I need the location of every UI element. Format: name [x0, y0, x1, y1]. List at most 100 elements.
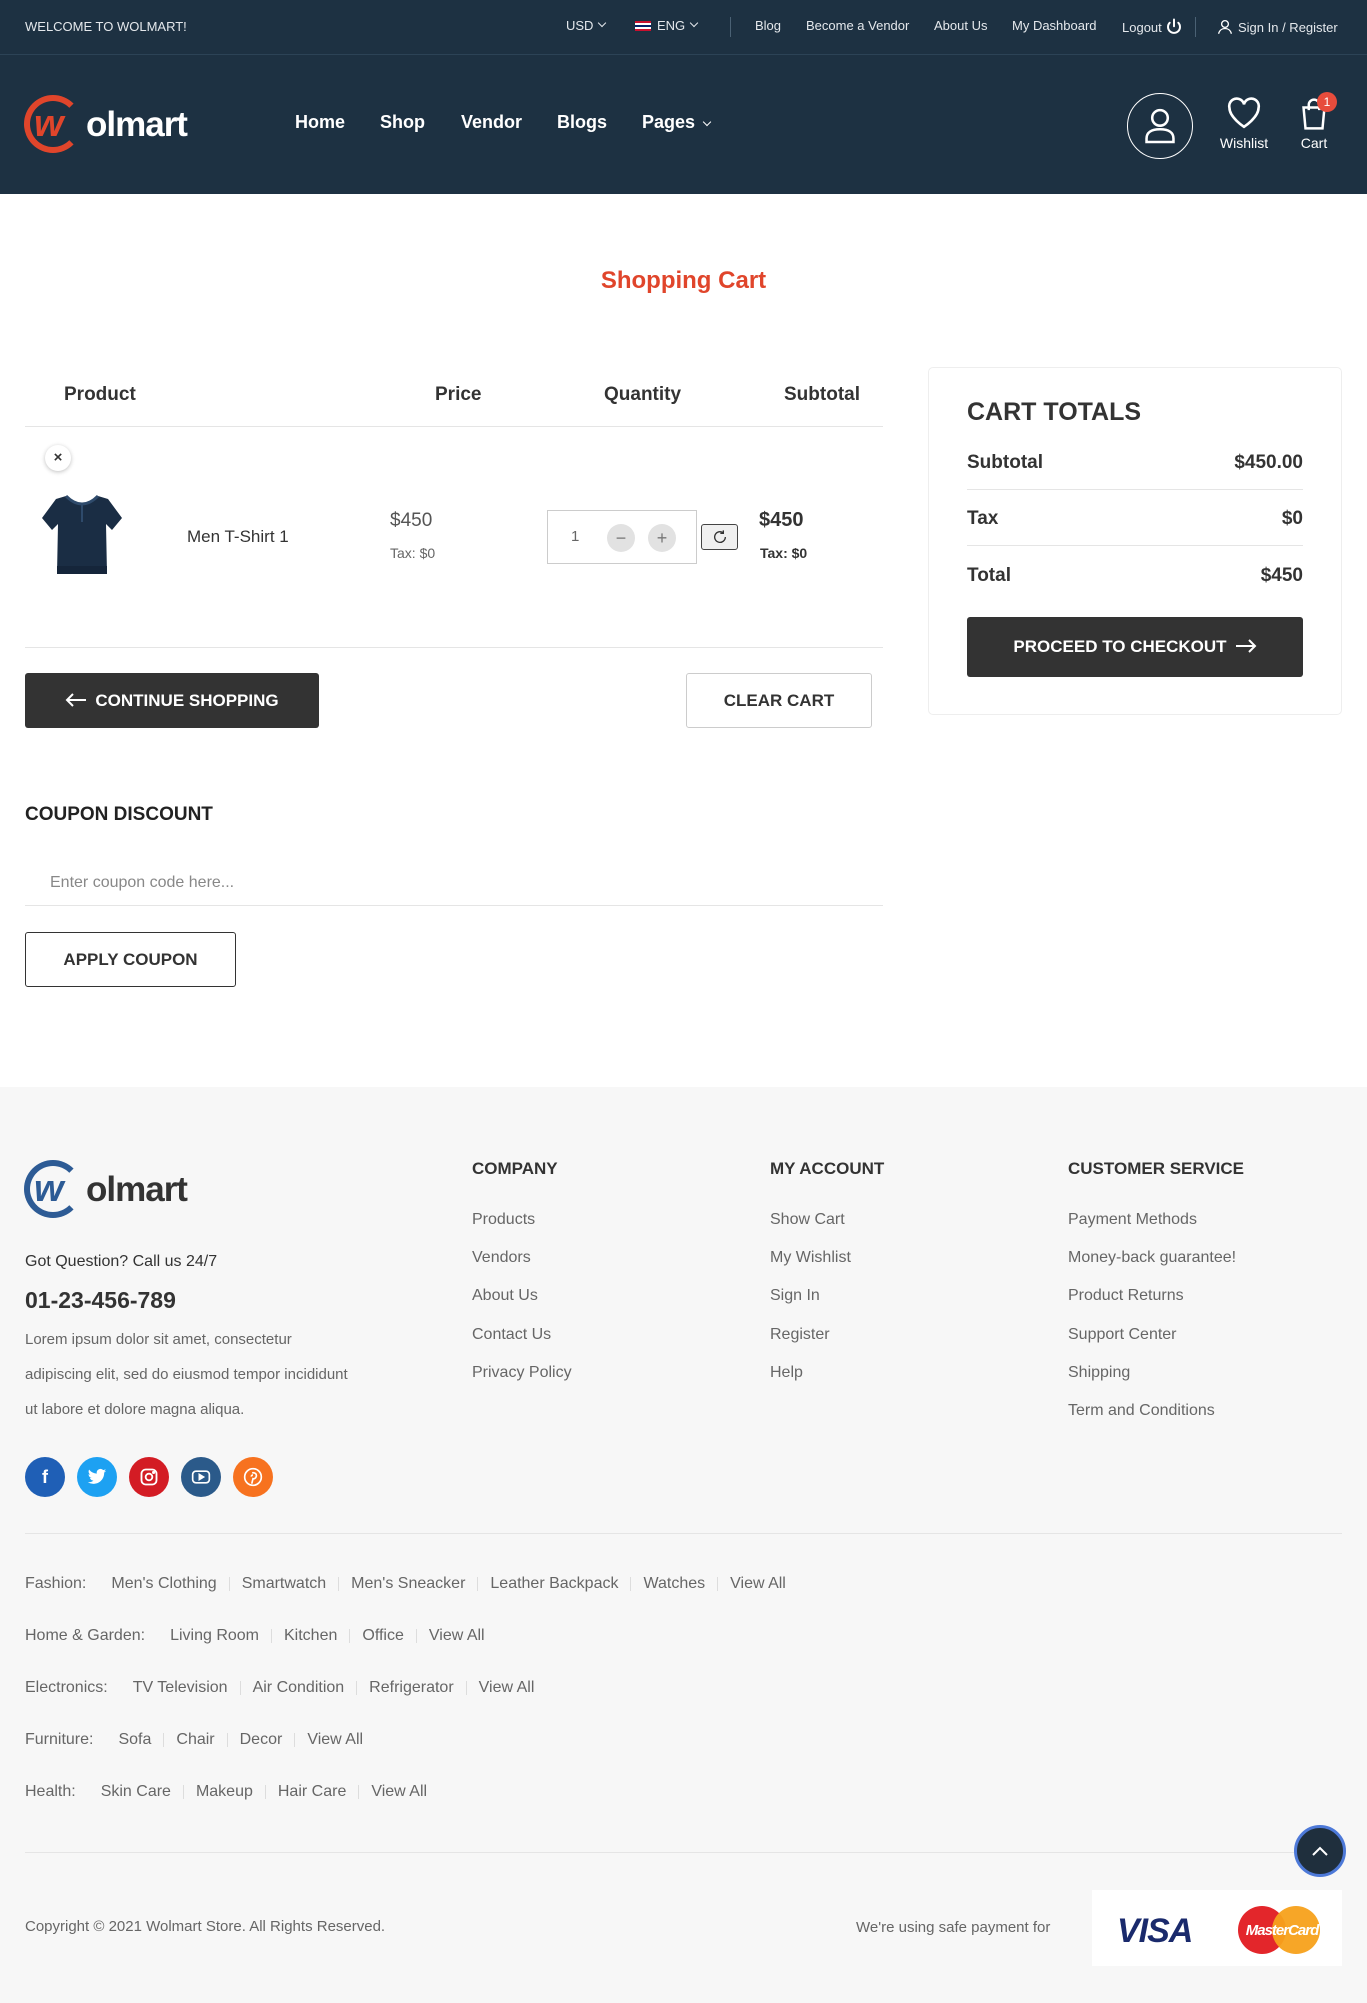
arrow-left-icon: [65, 692, 87, 707]
wishlist-button[interactable]: Wishlist: [1212, 97, 1276, 157]
footer-logo[interactable]: w olmart: [24, 1160, 214, 1220]
footer-link[interactable]: Support Center: [1068, 1326, 1177, 1344]
increase-quantity-button[interactable]: +: [648, 524, 676, 552]
update-cart-button[interactable]: [701, 524, 738, 550]
category-link[interactable]: Smartwatch: [228, 1576, 338, 1592]
uk-flag-icon: [635, 20, 651, 31]
logout-link[interactable]: Logout: [1122, 18, 1183, 36]
category-link[interactable]: Sofa: [118, 1732, 163, 1748]
footer-about-line: Lorem ipsum dolor sit amet, consectetur: [25, 1331, 292, 1348]
back-to-top-button[interactable]: [1294, 1825, 1346, 1877]
footer-link[interactable]: Vendors: [472, 1249, 531, 1267]
nav-shop[interactable]: Shop: [380, 112, 425, 133]
nav-pages-label: Pages: [642, 112, 696, 132]
category-link[interactable]: Refrigerator: [356, 1680, 465, 1696]
top-link-blog[interactable]: Blog: [755, 18, 781, 33]
category-link[interactable]: View All: [294, 1732, 375, 1748]
chevron-down-icon: [702, 117, 712, 127]
logo-text: olmart: [86, 105, 188, 144]
category-link[interactable]: Skin Care: [101, 1784, 183, 1800]
category-link[interactable]: Leather Backpack: [477, 1576, 630, 1592]
cart-label: Cart: [1300, 135, 1328, 151]
site-logo[interactable]: w olmart: [24, 95, 214, 155]
category-link[interactable]: Chair: [163, 1732, 226, 1748]
product-name[interactable]: Men T-Shirt 1: [187, 527, 289, 547]
remove-item-button[interactable]: ×: [45, 445, 71, 471]
nav-blogs[interactable]: Blogs: [557, 112, 607, 133]
footer-link[interactable]: Shipping: [1068, 1364, 1130, 1382]
footer-link[interactable]: Register: [770, 1326, 830, 1344]
currency-selector[interactable]: USD: [566, 18, 607, 33]
footer-link[interactable]: Help: [770, 1364, 803, 1382]
footer-link[interactable]: Products: [472, 1211, 535, 1229]
category-link[interactable]: View All: [358, 1784, 439, 1800]
twitter-icon[interactable]: [77, 1457, 117, 1497]
category-link[interactable]: Decor: [226, 1732, 295, 1748]
category-label: Furniture:: [25, 1731, 94, 1748]
footer-link[interactable]: My Wishlist: [770, 1249, 851, 1267]
category-link[interactable]: Air Condition: [239, 1680, 357, 1696]
footer-link[interactable]: About Us: [472, 1287, 538, 1305]
footer-link[interactable]: Payment Methods: [1068, 1211, 1197, 1229]
continue-shopping-button[interactable]: CONTINUE SHOPPING: [25, 673, 319, 728]
top-link-my-dashboard[interactable]: My Dashboard: [1012, 18, 1097, 33]
top-link-become-vendor[interactable]: Become a Vendor: [806, 18, 909, 33]
total-value: $450: [1260, 565, 1303, 586]
category-row-home-garden: Home & Garden: Living Room Kitchen Offic…: [25, 1627, 497, 1645]
arrow-right-icon: [1235, 638, 1256, 653]
subtotal-label: Subtotal: [967, 452, 1043, 473]
footer-link[interactable]: Sign In: [770, 1287, 820, 1305]
top-bar: WELCOME TO WOLMART! USD ENG Blog Become …: [0, 0, 1367, 55]
facebook-icon[interactable]: f: [25, 1457, 65, 1497]
language-selector[interactable]: ENG: [635, 18, 699, 33]
category-link[interactable]: Hair Care: [264, 1784, 358, 1800]
category-link[interactable]: Office: [349, 1628, 416, 1644]
footer-link[interactable]: Term and Conditions: [1068, 1402, 1215, 1420]
category-link[interactable]: TV Television: [133, 1680, 240, 1696]
footer-heading-customer-service: CUSTOMER SERVICE: [1068, 1159, 1245, 1178]
footer-link[interactable]: Show Cart: [770, 1211, 845, 1229]
continue-shopping-label: CONTINUE SHOPPING: [95, 691, 279, 710]
apply-coupon-button[interactable]: APPLY COUPON: [25, 932, 236, 987]
footer-link[interactable]: Product Returns: [1068, 1287, 1184, 1305]
category-label: Health:: [25, 1783, 76, 1800]
price-tax: Tax: $0: [390, 545, 436, 561]
nav-pages[interactable]: Pages: [642, 112, 712, 133]
power-icon: [1166, 18, 1181, 34]
currency-label: USD: [566, 18, 594, 33]
coupon-code-input[interactable]: [25, 860, 883, 906]
footer-heading-my-account: MY ACCOUNT: [770, 1159, 885, 1178]
instagram-icon[interactable]: [129, 1457, 169, 1497]
product-thumbnail[interactable]: [40, 490, 124, 578]
quantity-value[interactable]: 1: [571, 528, 579, 545]
category-link[interactable]: Living Room: [170, 1628, 271, 1644]
column-header-price: Price: [435, 384, 482, 405]
nav-home[interactable]: Home: [295, 112, 345, 133]
category-link[interactable]: View All: [717, 1576, 798, 1592]
category-link[interactable]: Men's Sneacker: [338, 1576, 477, 1592]
top-link-about-us[interactable]: About Us: [934, 18, 987, 33]
category-link[interactable]: Men's Clothing: [111, 1576, 228, 1592]
refresh-icon: [713, 530, 726, 543]
category-link[interactable]: View All: [465, 1680, 547, 1696]
category-link[interactable]: Makeup: [182, 1784, 265, 1800]
chevron-down-icon: [598, 18, 607, 27]
divider: [967, 545, 1303, 546]
nav-vendor[interactable]: Vendor: [461, 112, 522, 133]
decrease-quantity-button[interactable]: −: [607, 524, 635, 552]
account-button[interactable]: [1127, 93, 1193, 159]
support-phone[interactable]: 01-23-456-789: [25, 1287, 176, 1314]
category-link[interactable]: Kitchen: [271, 1628, 349, 1644]
footer-link[interactable]: Privacy Policy: [472, 1364, 572, 1382]
footer-link[interactable]: Money-back guarantee!: [1068, 1249, 1236, 1267]
page-title: Shopping Cart: [600, 267, 767, 294]
proceed-to-checkout-button[interactable]: PROCEED TO CHECKOUT: [967, 617, 1303, 677]
footer-link[interactable]: Contact Us: [472, 1326, 551, 1344]
category-link[interactable]: Watches: [630, 1576, 717, 1592]
sign-in-register-link[interactable]: Sign In / Register: [1216, 18, 1338, 36]
pinterest-icon[interactable]: [233, 1457, 273, 1497]
clear-cart-button[interactable]: CLEAR CART: [686, 673, 872, 728]
category-link[interactable]: View All: [415, 1628, 497, 1644]
youtube-glyph: [191, 1470, 211, 1484]
youtube-icon[interactable]: [181, 1457, 221, 1497]
